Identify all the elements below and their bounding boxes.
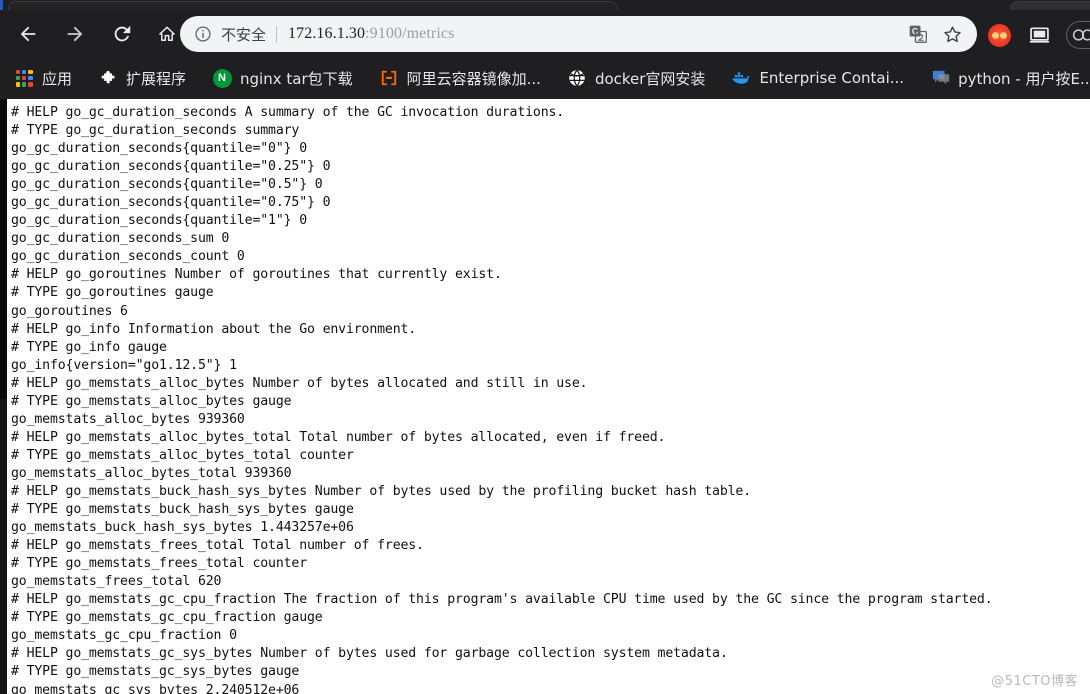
- watermark: @51CTO博客: [991, 674, 1078, 689]
- bookmark-item-python[interactable]: python - 用户按E...: [930, 68, 1090, 89]
- bookmark-label: 扩展程序: [126, 69, 187, 88]
- home-button[interactable]: [150, 17, 184, 51]
- nginx-icon: N: [212, 68, 232, 88]
- cast-device-icon[interactable]: [1026, 22, 1052, 48]
- browser-tab-other[interactable]: [1010, 1, 1090, 10]
- scrollbar-thumb[interactable]: [0, 99, 7, 399]
- url-text: 172.16.1.30:9100/metrics: [288, 25, 454, 43]
- docker-whale-glyph: [732, 72, 750, 84]
- metrics-text-content: # HELP go_gc_duration_seconds A summary …: [11, 105, 993, 694]
- page-left-scrollbar[interactable]: [0, 99, 7, 694]
- apps-grid-icon: [14, 68, 34, 88]
- aliyun-glyph: [381, 70, 396, 86]
- url-host: 172.16.1.30: [288, 25, 366, 42]
- bookmark-label: 阿里云容器镜像加...: [406, 69, 541, 88]
- extension-icons: [986, 21, 1090, 49]
- cast-glyph: [1029, 26, 1049, 43]
- address-bar[interactable]: 不安全 172.16.1.30:9100/metrics G: [180, 16, 977, 52]
- reload-icon: [114, 25, 131, 42]
- globe-glyph: [569, 69, 585, 87]
- omnibox-action-icons: G: [905, 21, 971, 47]
- browser-tab-active[interactable]: [8, 1, 618, 10]
- info-circle-icon[interactable]: [194, 25, 212, 43]
- translate-glyph: G: [909, 25, 927, 44]
- browser-window: 不安全 172.16.1.30:9100/metrics G 应用 扩展程序 N…: [0, 0, 1090, 694]
- chat-bubble-glyph: [932, 70, 950, 85]
- bookmark-item-nginx[interactable]: N nginx tar包下载: [212, 68, 353, 89]
- bookmark-item-docker-docs[interactable]: docker官网安装: [567, 68, 706, 89]
- avatar-glyph: [1072, 29, 1090, 41]
- aliyun-icon: [379, 68, 399, 88]
- back-arrow-icon: [20, 26, 36, 42]
- bookmark-star-icon[interactable]: [939, 21, 965, 47]
- bookmark-label: nginx tar包下载: [240, 69, 353, 88]
- docker-whale-icon: [731, 68, 751, 88]
- page-viewport: # HELP go_gc_duration_seconds A summary …: [0, 99, 1090, 694]
- forward-arrow-icon: [67, 26, 83, 42]
- profile-avatar-icon[interactable]: [1066, 21, 1090, 49]
- bookmark-item-enterprise-container[interactable]: Enterprise Contai...: [731, 68, 904, 88]
- bookmark-label: docker官网安装: [594, 69, 706, 88]
- bookmark-item-aliyun[interactable]: 阿里云容器镜像加...: [379, 68, 541, 89]
- tab-strip: [0, 0, 1090, 10]
- puzzle-piece-icon: [98, 68, 118, 88]
- security-status-text: 不安全: [221, 25, 267, 44]
- bookmark-label: Enterprise Contai...: [759, 69, 905, 87]
- bookmark-label: 应用: [42, 69, 73, 88]
- reload-button[interactable]: [105, 17, 139, 51]
- omnibox-divider: [276, 25, 278, 43]
- bookmarks-bar: 应用 扩展程序 N nginx tar包下载 阿里云容器镜像加... docke…: [0, 57, 1090, 99]
- apps-grid-glyph: [15, 69, 33, 87]
- browser-toolbar: 不安全 172.16.1.30:9100/metrics G: [0, 10, 1090, 57]
- chat-bubble-icon: [930, 68, 950, 88]
- home-icon: [159, 26, 175, 41]
- globe-icon: [567, 68, 587, 88]
- extension-badge: [987, 23, 1011, 47]
- bookmark-item-apps[interactable]: 应用: [14, 68, 72, 89]
- bookmark-item-extensions[interactable]: 扩展程序: [98, 68, 186, 89]
- bookmark-label: python - 用户按E...: [958, 69, 1090, 88]
- star-glyph: [943, 25, 961, 42]
- nginx-glyph: N: [212, 68, 232, 88]
- window-edge-accent: [0, 0, 3, 10]
- url-path: :9100/metrics: [365, 25, 455, 42]
- back-button[interactable]: [11, 17, 45, 51]
- forward-button[interactable]: [58, 17, 92, 51]
- translate-icon[interactable]: G: [905, 21, 931, 47]
- extension-icon[interactable]: [986, 22, 1012, 48]
- puzzle-glyph: [101, 70, 115, 83]
